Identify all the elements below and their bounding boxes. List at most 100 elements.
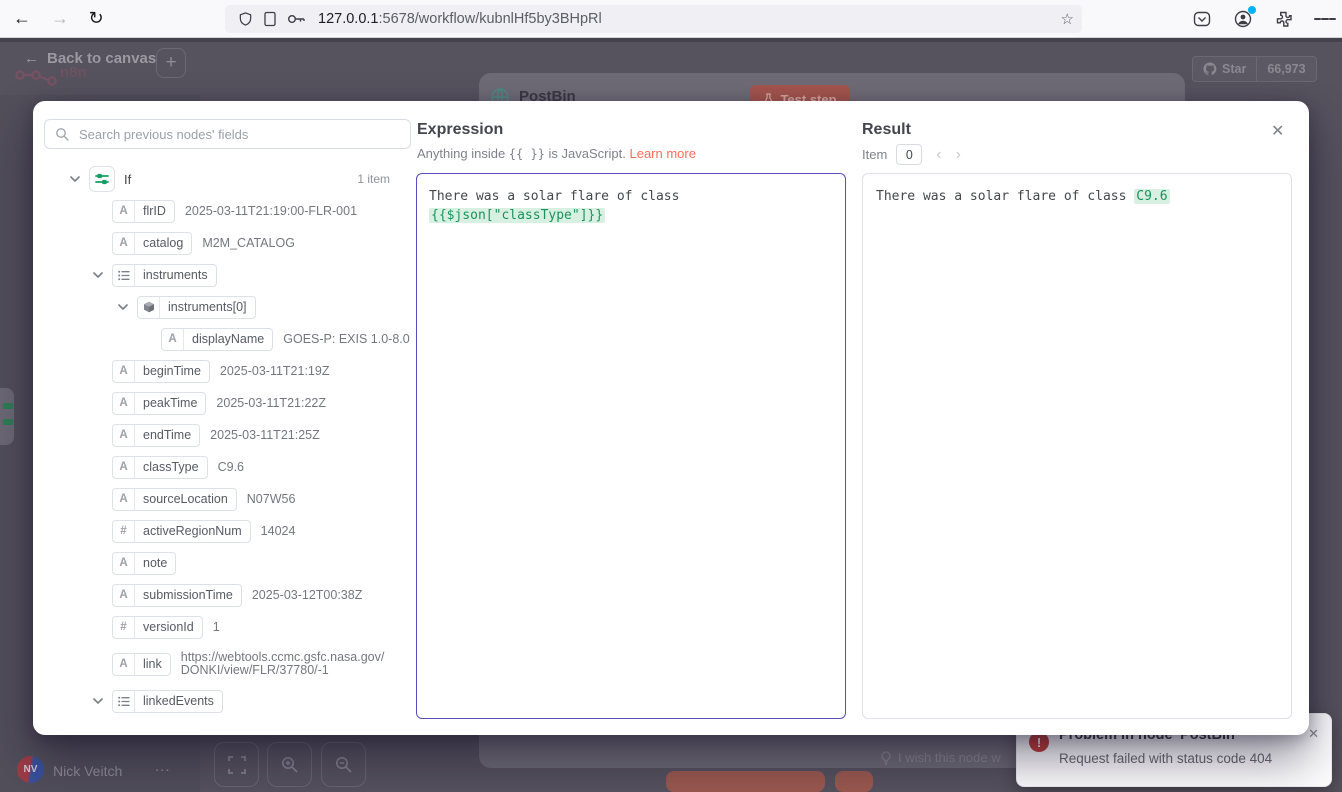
field-value: GOES-P: EXIS 1.0-8.0 (283, 332, 409, 346)
reload-icon[interactable]: ↻ (82, 5, 110, 33)
avatar[interactable]: NV (17, 756, 44, 783)
zoom-in-button[interactable] (267, 742, 312, 787)
string-type-icon: A (113, 654, 135, 675)
field-name: note (135, 553, 175, 574)
search-input[interactable] (77, 126, 400, 143)
search-box[interactable] (44, 119, 411, 149)
field-pill[interactable]: AdisplayName (161, 328, 273, 351)
string-type-icon: A (113, 393, 135, 414)
tree-row[interactable]: AbeginTime 2025-03-11T21:19Z (33, 355, 417, 387)
if-node-icon (89, 166, 115, 192)
field-name: linkedEvents (135, 691, 222, 712)
expression-code-editor[interactable]: There was a solar flare of class{{$json[… (416, 173, 846, 719)
object-type-icon (138, 297, 160, 318)
tree-row[interactable]: AsubmissionTime2025-03-12T00:38Z (33, 579, 417, 611)
field-pill[interactable]: AsubmissionTime (112, 584, 242, 607)
account-icon[interactable] (1232, 8, 1254, 30)
zoom-out-button[interactable] (321, 742, 366, 787)
field-pill[interactable]: instruments (112, 264, 217, 287)
result-output: There was a solar flare of class C9.6 (862, 173, 1292, 719)
field-pill[interactable]: Anote (112, 552, 176, 575)
github-star-widget[interactable]: Star 66,973 (1192, 56, 1317, 82)
tree-row[interactable]: ApeakTime2025-03-11T21:22Z (33, 387, 417, 419)
if-node-partial[interactable] (0, 388, 14, 445)
field-name: sourceLocation (135, 489, 236, 510)
item-count: 1 item (357, 172, 390, 186)
field-pill[interactable]: AendTime (112, 424, 200, 447)
field-name: versionId (135, 617, 202, 638)
tree-row[interactable]: AsourceLocationN07W56 (33, 483, 417, 515)
back-to-canvas-button[interactable]: ← Back to canvas (24, 50, 156, 67)
string-type-icon: A (113, 233, 135, 254)
star-count: 66,973 (1256, 57, 1315, 81)
field-pill[interactable]: AflrID (112, 200, 175, 223)
field-pill[interactable]: ApeakTime (112, 392, 206, 415)
field-value: https://webtools.ccmc.gsfc.nasa.gov/DONK… (181, 651, 387, 677)
prev-item-icon[interactable]: ‹ (936, 147, 941, 163)
field-pill[interactable]: AsourceLocation (112, 488, 237, 511)
string-type-icon: A (113, 457, 135, 478)
url-bar[interactable]: 127.0.0.1:5678/workflow/kubnlHf5by3BHpRl… (225, 5, 1082, 33)
back-icon[interactable]: ← (8, 5, 36, 33)
field-pill[interactable]: Acatalog (112, 232, 192, 255)
string-type-icon: A (113, 361, 135, 382)
fit-view-button[interactable] (214, 742, 259, 787)
field-value: 2025-03-11T21:19Z (220, 364, 330, 378)
menu-icon[interactable] (1314, 8, 1336, 30)
tree-row[interactable]: AflrID2025-03-11T21:19:00-FLR-001 (33, 195, 417, 227)
key-icon[interactable] (287, 13, 307, 25)
field-value: 14024 (261, 524, 296, 538)
user-menu-ellipsis[interactable]: ... (155, 758, 171, 775)
tree-row[interactable]: instruments[0] (33, 291, 417, 323)
add-tab-button[interactable]: + (156, 48, 186, 78)
chevron-down-icon[interactable] (70, 176, 89, 183)
close-icon[interactable]: ✕ (1271, 121, 1284, 141)
learn-more-link[interactable]: Learn more (629, 146, 695, 161)
field-pill[interactable]: AclassType (112, 456, 208, 479)
string-type-icon: A (113, 489, 135, 510)
tree-row[interactable]: Alink https://webtools.ccmc.gsfc.nasa.gov… (33, 643, 417, 685)
field-pill[interactable]: AbeginTime (112, 360, 210, 383)
tree-row[interactable]: Anote (33, 547, 417, 579)
list-type-icon (113, 265, 135, 286)
field-name: flrID (135, 201, 174, 222)
tree-row[interactable]: AendTime 2025-03-11T21:25Z (33, 419, 417, 451)
screen: ← → ↻ 127.0.0.1:5678/workflow/kubnlHf5by… (0, 0, 1342, 792)
field-name: activeRegionNum (135, 521, 250, 542)
close-icon[interactable]: ✕ (1308, 726, 1319, 742)
pocket-icon[interactable] (1191, 8, 1213, 30)
field-pill[interactable]: #versionId (112, 616, 203, 639)
field-name: classType (135, 457, 207, 478)
arrow-left-icon: ← (24, 50, 39, 67)
tree-row[interactable]: #versionId1 (33, 611, 417, 643)
expression-line-1: There was a solar flare of class (429, 187, 833, 206)
field-pill[interactable]: instruments[0] (137, 296, 256, 319)
item-index-input[interactable]: 0 (896, 144, 922, 165)
variable-tree: If1 itemAflrID2025-03-11T21:19:00-FLR-00… (33, 163, 417, 717)
field-pill[interactable]: Alink (112, 653, 171, 676)
extensions-icon[interactable] (1273, 8, 1295, 30)
tree-row[interactable]: #activeRegionNum 14024 (33, 515, 417, 547)
field-pill[interactable]: linkedEvents (112, 690, 223, 713)
shield-icon[interactable] (238, 11, 253, 27)
forward-icon[interactable]: → (46, 5, 74, 33)
node-feedback-input[interactable]: I wish this node w (880, 750, 1001, 765)
page-icon[interactable] (263, 11, 277, 27)
chevron-down-icon[interactable] (93, 698, 112, 705)
field-pill[interactable]: #activeRegionNum (112, 520, 251, 543)
tree-node-row[interactable]: If1 item (33, 163, 417, 195)
tree-row[interactable]: linkedEvents (33, 685, 417, 717)
tree-row[interactable]: instruments (33, 259, 417, 291)
user-name: Nick Veitch (53, 763, 122, 779)
field-name: instruments (135, 265, 216, 286)
field-value: 2025-03-11T21:25Z (210, 428, 320, 442)
tree-row[interactable]: AclassTypeC9.6 (33, 451, 417, 483)
result-panel-title: Result (862, 121, 911, 139)
chevron-down-icon[interactable] (93, 272, 112, 279)
next-item-icon[interactable]: › (956, 147, 961, 163)
chevron-down-icon[interactable] (118, 304, 137, 311)
tree-row[interactable]: AcatalogM2M_CATALOG (33, 227, 417, 259)
bookmark-star-icon[interactable]: ☆ (1061, 10, 1074, 28)
tree-row[interactable]: AdisplayName GOES-P: EXIS 1.0-8.0 (33, 323, 417, 355)
field-name: link (135, 654, 170, 675)
